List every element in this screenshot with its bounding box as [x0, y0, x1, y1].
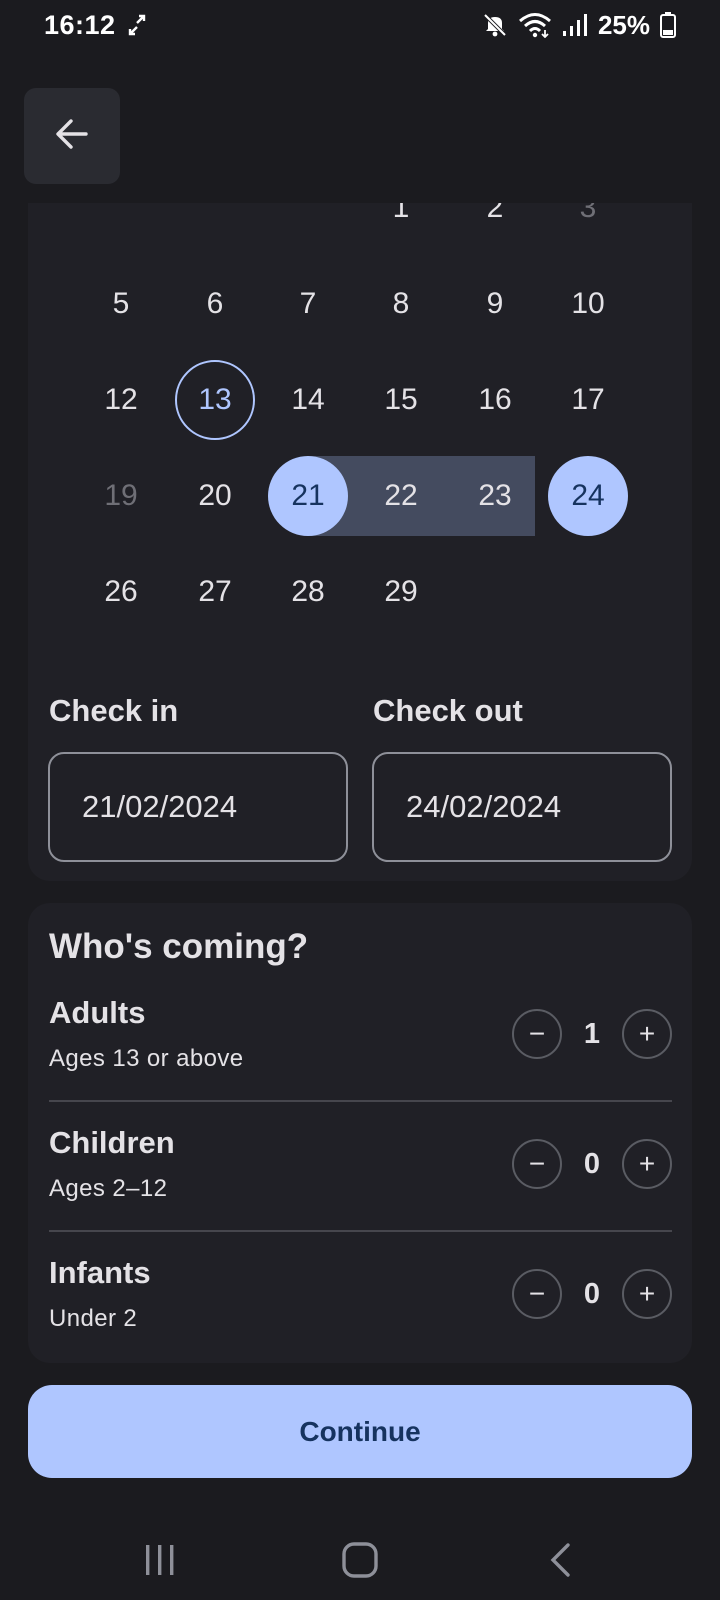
calendar-day-12[interactable]: 12 — [81, 360, 161, 440]
check-in-value: 21/02/2024 — [82, 789, 238, 824]
signal-icon — [562, 13, 588, 37]
infants-count: 0 — [583, 1277, 601, 1310]
recents-icon[interactable] — [120, 1530, 200, 1590]
calendar-day-23[interactable]: 23 — [455, 456, 535, 536]
guest-row-adults: Adults Ages 13 or above − 1 + — [49, 995, 672, 1105]
children-count: 0 — [583, 1147, 601, 1180]
calendar-day-21[interactable]: 21 — [268, 456, 348, 536]
calendar-day-26[interactable]: 26 — [81, 552, 161, 632]
infants-decrement-button[interactable]: − — [512, 1269, 562, 1319]
check-in-label: Check in — [49, 693, 179, 728]
screen-rotate-icon — [128, 14, 146, 36]
calendar-day-22[interactable]: 22 — [361, 456, 441, 536]
guest-desc: Ages 2–12 — [49, 1175, 168, 1202]
calendar-day-29[interactable]: 29 — [361, 552, 441, 632]
children-stepper: − 0 + — [512, 1139, 672, 1189]
adults-decrement-button[interactable]: − — [512, 1009, 562, 1059]
guest-row-infants: Infants Under 2 − 0 + — [49, 1255, 672, 1365]
calendar-day-10[interactable]: 10 — [548, 264, 628, 344]
calendar-day-9[interactable]: 9 — [455, 264, 535, 344]
infants-stepper: − 0 + — [512, 1269, 672, 1319]
children-decrement-button[interactable]: − — [512, 1139, 562, 1189]
calendar-day-17[interactable]: 17 — [548, 360, 628, 440]
status-time: 16:12 — [44, 9, 116, 40]
calendar-day-24[interactable]: 24 — [548, 456, 628, 536]
adults-count: 1 — [583, 1017, 601, 1050]
divider — [49, 1230, 672, 1232]
calendar-day-6[interactable]: 6 — [175, 264, 255, 344]
calendar-day-13[interactable]: 13 — [175, 360, 255, 440]
guest-name: Infants — [49, 1255, 151, 1290]
back-nav-icon[interactable] — [520, 1530, 600, 1590]
calendar-day-16[interactable]: 16 — [455, 360, 535, 440]
check-out-field[interactable]: 24/02/2024 — [372, 752, 672, 862]
status-bar: 16:12 25% — [0, 0, 720, 50]
system-nav-bar — [0, 1510, 720, 1600]
mute-icon — [482, 12, 508, 38]
calendar-day-3[interactable]: 3 — [548, 203, 628, 248]
calendar-day-8[interactable]: 8 — [361, 264, 441, 344]
guest-desc: Ages 13 or above — [49, 1045, 244, 1072]
children-increment-button[interactable]: + — [622, 1139, 672, 1189]
guest-row-children: Children Ages 2–12 − 0 + — [49, 1125, 672, 1235]
check-out-value: 24/02/2024 — [406, 789, 562, 824]
calendar-day-7[interactable]: 7 — [268, 264, 348, 344]
guests-title: Who's coming? — [49, 927, 309, 966]
guest-name: Children — [49, 1125, 175, 1160]
booking-screen: 16:12 25% 1 2 3 5 6 7 8 9 10 12 13 14 15… — [0, 0, 720, 1600]
calendar-day-15[interactable]: 15 — [361, 360, 441, 440]
arrow-left-icon — [54, 116, 90, 157]
calendar-card: 1 2 3 5 6 7 8 9 10 12 13 14 15 16 17 19 20 21 22 23 24 26 27 28… — [28, 203, 692, 881]
adults-increment-button[interactable]: + — [622, 1009, 672, 1059]
back-button[interactable] — [24, 88, 120, 184]
guests-card: Who's coming? Adults Ages 13 or above − … — [28, 903, 692, 1363]
adults-stepper: − 1 + — [512, 1009, 672, 1059]
calendar-day-20[interactable]: 20 — [175, 456, 255, 536]
calendar-day-1[interactable]: 1 — [361, 203, 441, 248]
calendar-day-27[interactable]: 27 — [175, 552, 255, 632]
check-out-label: Check out — [373, 693, 523, 728]
calendar-day-28[interactable]: 28 — [268, 552, 348, 632]
battery-icon — [660, 12, 676, 38]
wifi-icon — [518, 12, 552, 38]
continue-button[interactable]: Continue — [28, 1385, 692, 1478]
calendar-day-2[interactable]: 2 — [455, 203, 535, 248]
home-icon[interactable] — [320, 1530, 400, 1590]
check-in-field[interactable]: 21/02/2024 — [48, 752, 348, 862]
calendar-day-14[interactable]: 14 — [268, 360, 348, 440]
battery-percent: 25% — [597, 9, 650, 40]
calendar-day-19[interactable]: 19 — [81, 456, 161, 536]
guest-desc: Under 2 — [49, 1305, 138, 1332]
calendar-day-5[interactable]: 5 — [81, 264, 161, 344]
infants-increment-button[interactable]: + — [622, 1269, 672, 1319]
guest-name: Adults — [49, 995, 146, 1030]
divider — [49, 1100, 672, 1102]
